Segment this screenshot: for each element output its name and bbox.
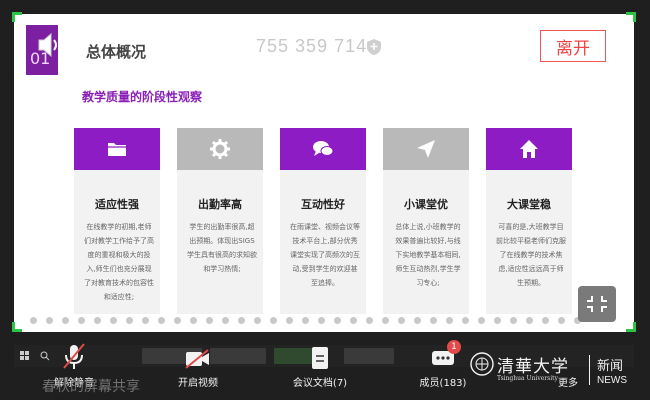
feature-card: 小课堂优 总体上说,小班教学的效果普遍比较好,与线下实地教学基本相同,师生互动热… [383, 128, 469, 314]
university-logo-english: Tsinghua University [497, 375, 558, 382]
card-description: 可喜的是,大班教学目前比较平稳老师们克服了在线教学的技术焦虑,适应性远远高于师生… [496, 223, 566, 287]
feature-card: 出勤率高 学生的出勤率很高,超出预期。体现出SIGS学生具有很高的求知欲和学习热… [177, 128, 263, 314]
feature-card: 大课堂稳 可喜的是,大班教学目前比较平稳老师们克服了在线教学的技术焦虑,适应性远… [486, 128, 572, 314]
slide-title: 总体概况 [86, 43, 147, 61]
card-description: 学生的出勤率很高,超出预期。体现出SIGS学生具有很高的求知欲和学习热情; [187, 223, 257, 273]
card-title: 大课堂稳 [507, 198, 551, 211]
members-badge: 1 [447, 340, 461, 354]
share-border-corner [626, 12, 636, 22]
document-icon [312, 347, 328, 369]
speaker-icon [38, 32, 57, 58]
chat-icon [313, 141, 334, 156]
feature-card: 互动性好 在雨课堂、视频会议等技术平台上,部分优秀课堂实现了高频次的互动,受到学… [280, 128, 366, 314]
card-header [177, 128, 263, 170]
card-description: 在雨课堂、视频会议等技术平台上,部分优秀课堂实现了高频次的互动,受到学生的欢迎甚… [290, 223, 360, 287]
slide-subtitle: 教学质量的阶段性观察 [82, 90, 203, 104]
card-description: 总体上说,小班教学的效果普遍比较好,与线下实地教学基本相同,师生互动热烈,学生学… [395, 223, 461, 287]
gear-icon [210, 139, 230, 159]
news-label: 新闻 [597, 359, 624, 374]
feature-card: 适应性强 在线教学的初期,老师们对教学工作给予了高度的重视和极大的投入,师生们也… [74, 128, 160, 314]
card-description: 在线教学的初期,老师们对教学工作给予了高度的重视和极大的投入,师生们也充分展现了… [84, 223, 154, 301]
card-title: 互动性好 [301, 198, 345, 211]
leave-button[interactable]: 离开 [540, 30, 606, 62]
share-border-corner [12, 12, 22, 22]
slide-dot-border [30, 317, 630, 325]
card-header [74, 128, 160, 170]
card-title: 适应性强 [95, 198, 139, 211]
exit-fullscreen-icon [587, 296, 607, 312]
share-border-corner [12, 322, 22, 332]
card-title: 小课堂优 [404, 198, 448, 211]
card-header [383, 128, 469, 170]
logo-divider [589, 355, 590, 385]
start-video-label: 开启视频 [178, 378, 218, 389]
meeting-id: 755 359 714 [256, 36, 368, 56]
shield-icon[interactable] [366, 38, 382, 56]
card-title: 出勤率高 [198, 198, 242, 211]
university-logo-text: 清華大学 [497, 357, 569, 377]
microphone-muted-icon [63, 343, 85, 369]
screen-share-caption: 春秋的屏幕共享 [42, 379, 140, 395]
news-label-english: NEWS [597, 375, 627, 386]
meeting-docs-label: 会议文档(7) [292, 378, 348, 389]
video-off-icon [185, 349, 209, 369]
card-header [280, 128, 366, 170]
card-header [486, 128, 572, 170]
home-icon [520, 140, 538, 158]
send-icon [417, 140, 435, 158]
folder-icon [108, 143, 126, 156]
members-label: 成员(183) [419, 378, 467, 389]
fullscreen-button[interactable] [578, 286, 616, 322]
tsinghua-seal-icon [470, 352, 494, 376]
